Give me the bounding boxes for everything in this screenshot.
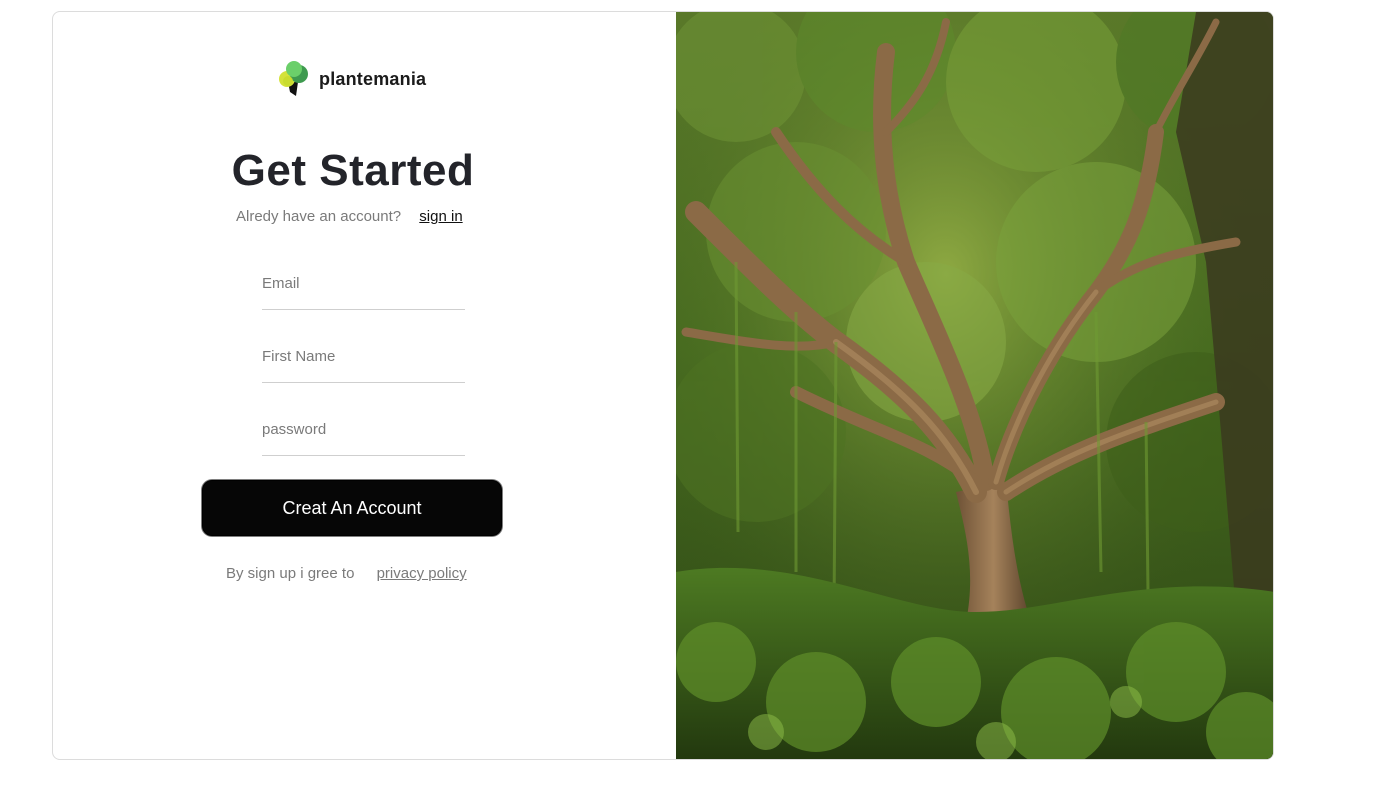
first-name-field-wrapper [262, 344, 465, 383]
account-prompt-row: Alredy have an account? sign in [236, 208, 463, 225]
password-field-wrapper [262, 417, 465, 456]
page-title: Get Started [231, 146, 475, 195]
terms-text: By sign up i gree to [226, 565, 355, 582]
account-prompt-text: Alredy have an account? [236, 208, 402, 225]
email-field-wrapper [262, 271, 465, 310]
signup-card: plantemania Get Started Alredy have an a… [52, 11, 1274, 760]
sign-in-link[interactable]: sign in [419, 208, 462, 225]
email-field[interactable] [262, 271, 465, 309]
password-field[interactable] [262, 417, 465, 455]
signup-panel: plantemania Get Started Alredy have an a… [53, 12, 676, 759]
terms-row: By sign up i gree to privacy policy [226, 565, 467, 582]
brand-name: plantemania [319, 68, 427, 89]
privacy-policy-link[interactable]: privacy policy [377, 565, 467, 582]
brand-logo[interactable]: plantemania [277, 59, 426, 99]
leaf-cluster-icon [279, 61, 308, 96]
forest-tree-image [676, 12, 1273, 759]
create-account-button[interactable]: Creat An Account [202, 480, 502, 536]
first-name-field[interactable] [262, 344, 465, 382]
hero-image [676, 12, 1273, 759]
